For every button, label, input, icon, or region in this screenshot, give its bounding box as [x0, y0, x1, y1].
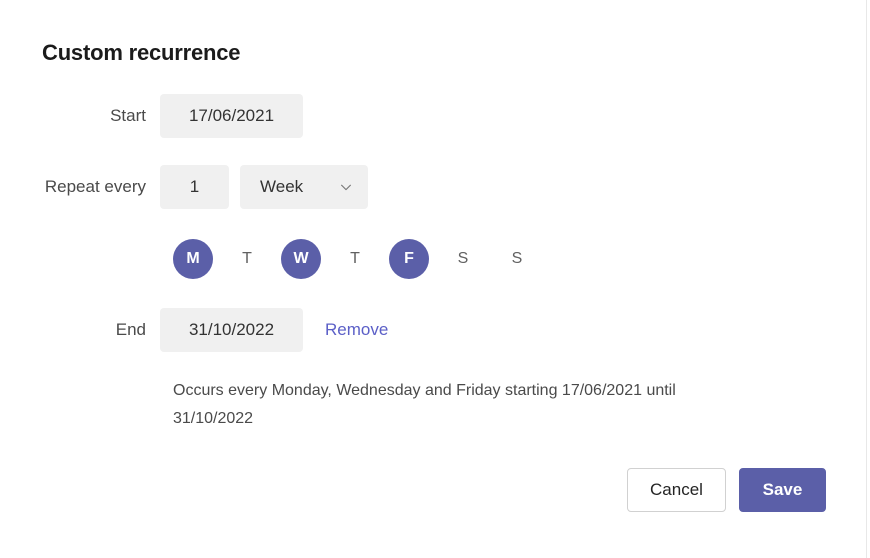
repeat-unit-value: Week	[260, 177, 304, 196]
repeat-every-row: Repeat every 1 Week	[36, 165, 368, 209]
dialog-footer: Cancel Save	[0, 468, 826, 512]
start-date-row: Start 17/06/2021	[36, 94, 303, 138]
day-toggle-thursday[interactable]: T	[335, 239, 375, 279]
day-toggle-friday[interactable]: F	[389, 239, 429, 279]
chevron-down-icon	[338, 179, 354, 195]
day-of-week-picker: MTWTFSS	[173, 239, 551, 279]
remove-end-date-link[interactable]: Remove	[325, 320, 388, 340]
start-date-input[interactable]: 17/06/2021	[160, 94, 303, 138]
save-button[interactable]: Save	[739, 468, 826, 512]
day-toggle-monday[interactable]: M	[173, 239, 213, 279]
page-title: Custom recurrence	[42, 40, 241, 65]
end-date-input[interactable]: 31/10/2022	[160, 308, 303, 352]
custom-recurrence-dialog: Custom recurrence Start 17/06/2021 Repea…	[0, 0, 870, 558]
cancel-button[interactable]: Cancel	[627, 468, 726, 512]
day-toggle-tuesday[interactable]: T	[227, 239, 267, 279]
repeat-unit-select[interactable]: Week	[240, 165, 368, 209]
panel-right-border	[866, 0, 867, 558]
repeat-every-label: Repeat every	[44, 177, 146, 196]
day-toggle-wednesday[interactable]: W	[281, 239, 321, 279]
end-date-row: End 31/10/2022 Remove	[36, 308, 388, 352]
recurrence-summary-text: Occurs every Monday, Wednesday and Frida…	[173, 382, 676, 427]
day-toggle-sunday[interactable]: S	[497, 239, 537, 279]
start-date-label: Start	[110, 106, 146, 125]
day-toggle-saturday[interactable]: S	[443, 239, 483, 279]
repeat-interval-input[interactable]: 1	[160, 165, 229, 209]
end-date-label: End	[115, 320, 146, 339]
